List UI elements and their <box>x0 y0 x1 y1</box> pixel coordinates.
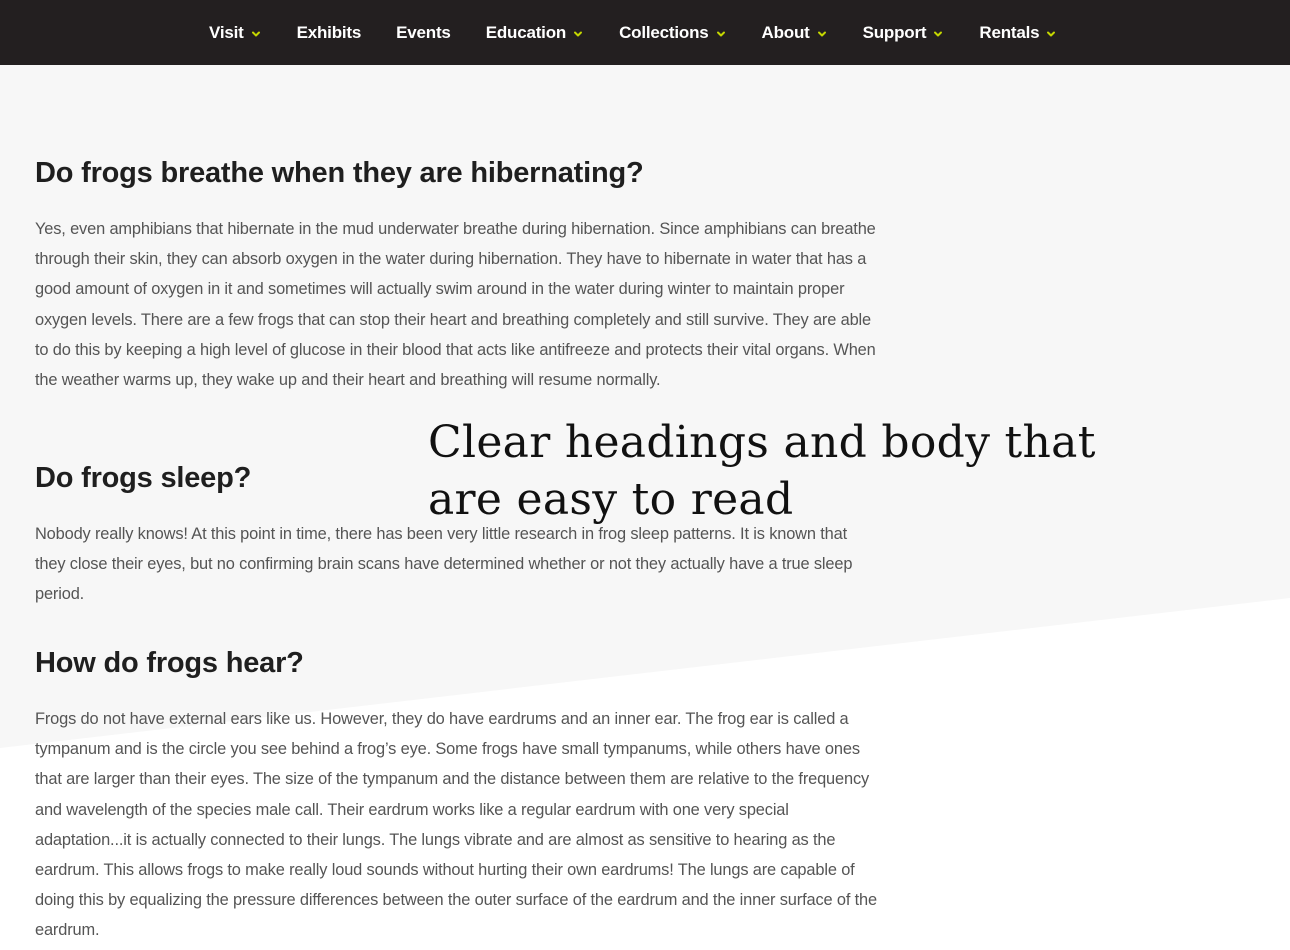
nav-item-label: Collections <box>619 22 709 42</box>
faq-question-hibernation: Do frogs breathe when they are hibernati… <box>35 157 644 189</box>
nav-item-about[interactable]: About <box>762 23 828 43</box>
nav-item-label: Exhibits <box>296 22 362 42</box>
nav-item-support[interactable]: Support <box>863 23 945 43</box>
chevron-down-icon <box>934 31 943 36</box>
nav-item-label: Support <box>862 22 927 42</box>
chevron-down-icon <box>1047 31 1056 36</box>
nav-item-exhibits[interactable]: Exhibits <box>297 23 362 43</box>
chevron-down-icon <box>251 31 260 36</box>
faq-question-sleep: Do frogs sleep? <box>35 462 252 494</box>
chevron-down-icon <box>574 31 583 36</box>
nav-item-events[interactable]: Events <box>396 23 451 43</box>
nav-item-collections[interactable]: Collections <box>619 23 726 43</box>
nav-item-label: Education <box>485 22 567 42</box>
nav-item-visit[interactable]: Visit <box>209 23 262 43</box>
nav-item-label: Rentals <box>979 22 1040 42</box>
overlay-caption: Clear headings and body that are easy to… <box>428 417 1096 525</box>
nav-item-label: About <box>761 22 810 42</box>
nav-item-label: Events <box>396 22 451 42</box>
faq-answer-sleep: Nobody really knows! At this point in ti… <box>35 525 853 604</box>
chevron-down-icon <box>716 31 725 36</box>
nav-item-education[interactable]: Education <box>486 23 584 43</box>
nav-list: Visit Exhibits Events Education Collecti… <box>209 0 1057 65</box>
faq-question-hearing: How do frogs hear? <box>35 647 304 679</box>
faq-answer-hearing: Frogs do not have external ears like us.… <box>35 710 877 940</box>
main-navigation: Visit Exhibits Events Education Collecti… <box>0 0 1290 65</box>
nav-item-rentals[interactable]: Rentals <box>979 23 1057 43</box>
nav-item-label: Visit <box>209 22 244 42</box>
chevron-down-icon <box>817 31 826 36</box>
faq-answer-hibernation: Yes, even amphibians that hibernate in t… <box>35 220 876 390</box>
